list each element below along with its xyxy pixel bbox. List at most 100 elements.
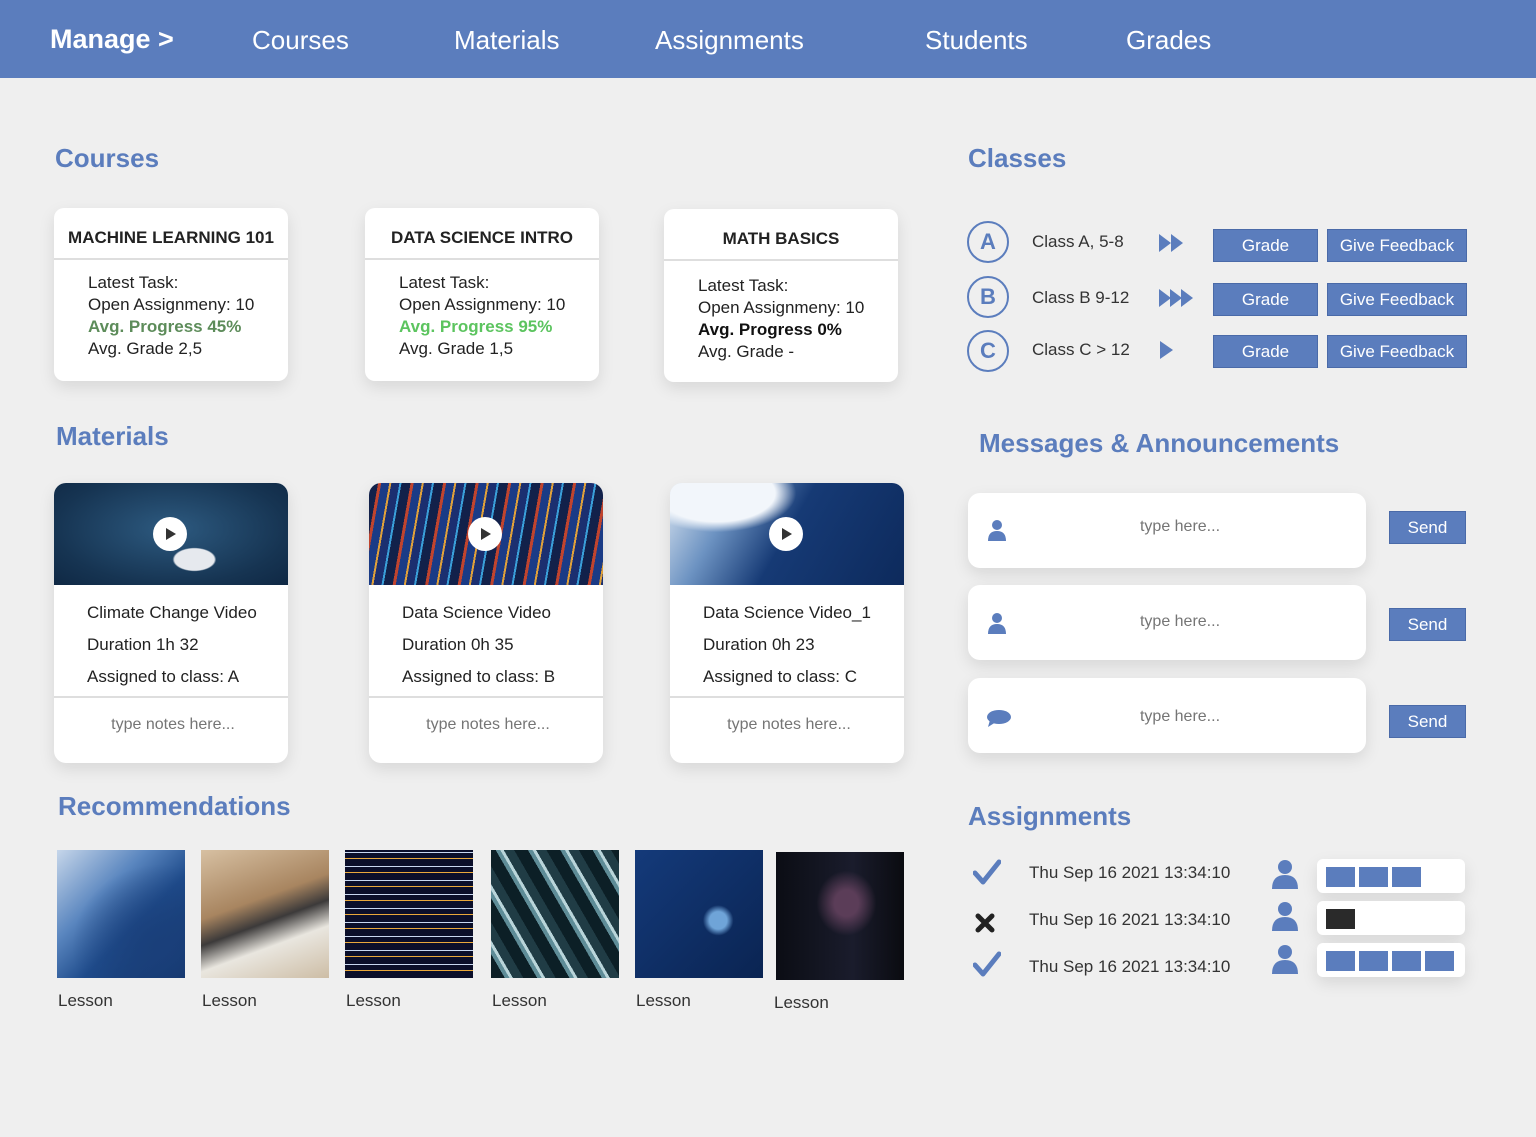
recommendation-thumbnail-6[interactable] [776, 852, 904, 980]
course-open-assignments: Open Assignmeny: 10 [698, 298, 865, 317]
message-box-3 [968, 678, 1366, 753]
notes-input[interactable] [54, 715, 288, 735]
course-avg-grade: Avg. Grade - [698, 342, 795, 361]
grade-button-b[interactable]: Grade [1213, 283, 1318, 316]
course-avg-progress: Avg. Progress 45% [88, 317, 242, 336]
give-feedback-button-b[interactable]: Give Feedback [1327, 283, 1467, 316]
message-input[interactable] [1028, 517, 1332, 537]
give-feedback-button-a[interactable]: Give Feedback [1327, 229, 1467, 262]
material-assigned-class: Assigned to class: C [703, 667, 858, 686]
send-button-3[interactable]: Send [1389, 705, 1466, 738]
material-duration: Duration 0h 23 [703, 635, 815, 654]
send-button-1[interactable]: Send [1389, 511, 1466, 544]
recommendation-label: Lesson [492, 991, 547, 1010]
course-avg-grade: Avg. Grade 2,5 [88, 339, 203, 358]
course-latest-task: Latest Task: [88, 273, 179, 292]
recommendation-thumbnail-3[interactable] [345, 850, 473, 978]
progress-segment [1326, 951, 1355, 971]
divider [670, 696, 904, 698]
recommendation-thumbnail-5[interactable] [635, 850, 763, 978]
give-feedback-button-c[interactable]: Give Feedback [1327, 335, 1467, 368]
material-assigned-class: Assigned to class: A [87, 667, 240, 686]
message-input[interactable] [1028, 612, 1332, 632]
class-name-c: Class C > 12 [1032, 340, 1130, 359]
materials-heading: Materials [56, 421, 169, 451]
notes-input[interactable] [670, 715, 904, 735]
material-card-data-science-1: Data Science Video_1 Duration 0h 23 Assi… [670, 483, 904, 763]
grade-button-a[interactable]: Grade [1213, 229, 1318, 262]
nav-link-students[interactable]: Students [925, 25, 1028, 56]
single-arrow-icon [1160, 341, 1174, 364]
nav-brand-manage[interactable]: Manage > [50, 24, 174, 55]
top-nav-bar: Manage > Courses Materials Assignments S… [0, 0, 1536, 78]
course-open-assignments: Open Assignmeny: 10 [399, 295, 566, 314]
course-latest-task: Latest Task: [698, 276, 789, 295]
classes-heading: Classes [968, 143, 1067, 173]
course-title: MACHINE LEARNING 101 [54, 208, 288, 260]
recommendation-label: Lesson [346, 991, 401, 1010]
assignment-progress-bar-2 [1317, 901, 1465, 935]
course-card-machine-learning[interactable]: MACHINE LEARNING 101 Latest Task: Open A… [54, 208, 288, 381]
notes-input[interactable] [369, 715, 603, 735]
course-title: DATA SCIENCE INTRO [365, 208, 599, 260]
play-icon[interactable] [769, 517, 803, 551]
recommendation-label: Lesson [58, 991, 113, 1010]
recommendation-thumbnail-1[interactable] [57, 850, 185, 978]
progress-segment [1359, 951, 1388, 971]
nav-link-courses[interactable]: Courses [252, 25, 349, 56]
progress-segment [1392, 867, 1421, 887]
course-title: MATH BASICS [664, 209, 898, 261]
message-box-2 [968, 585, 1366, 660]
recommendation-label: Lesson [774, 993, 829, 1012]
recommendation-label: Lesson [636, 991, 691, 1010]
double-arrow-icon [1159, 234, 1185, 257]
material-assigned-class: Assigned to class: B [402, 667, 556, 686]
send-button-2[interactable]: Send [1389, 608, 1466, 641]
material-title: Data Science Video_1 [703, 603, 871, 622]
course-card-math-basics[interactable]: MATH BASICS Latest Task: Open Assignmeny… [664, 209, 898, 382]
play-icon[interactable] [153, 517, 187, 551]
assignment-progress-bar-1 [1317, 859, 1465, 893]
course-avg-grade: Avg. Grade 1,5 [399, 339, 514, 358]
material-duration: Duration 1h 32 [87, 635, 199, 654]
assignment-timestamp: Thu Sep 16 2021 13:34:10 [1029, 863, 1231, 882]
nav-link-materials[interactable]: Materials [454, 25, 559, 56]
grade-button-c[interactable]: Grade [1213, 335, 1318, 368]
assignment-progress-bar-3 [1317, 943, 1465, 977]
class-badge-b: B [967, 276, 1009, 318]
recommendation-label: Lesson [202, 991, 257, 1010]
material-card-data-science: Data Science Video Duration 0h 35 Assign… [369, 483, 603, 763]
courses-heading: Courses [55, 143, 160, 173]
check-icon [972, 951, 1002, 982]
message-box-1 [968, 493, 1366, 568]
user-icon [1271, 859, 1299, 894]
progress-segment [1359, 867, 1388, 887]
class-name-b: Class B 9-12 [1032, 288, 1130, 307]
recommendation-thumbnail-4[interactable] [491, 850, 619, 978]
assignment-timestamp: Thu Sep 16 2021 13:34:10 [1029, 910, 1231, 929]
user-icon [1271, 944, 1299, 979]
recommendations-heading: Recommendations [58, 791, 291, 821]
message-input[interactable] [1028, 707, 1332, 727]
progress-segment [1425, 951, 1454, 971]
course-open-assignments: Open Assignmeny: 10 [88, 295, 255, 314]
course-card-data-science[interactable]: DATA SCIENCE INTRO Latest Task: Open Ass… [365, 208, 599, 381]
class-name-a: Class A, 5-8 [1032, 232, 1124, 251]
recommendation-thumbnail-2[interactable] [201, 850, 329, 978]
messages-heading: Messages & Announcements [979, 428, 1340, 458]
check-icon [972, 859, 1002, 890]
class-badge-c: C [967, 330, 1009, 372]
material-duration: Duration 0h 35 [402, 635, 514, 654]
nav-link-assignments[interactable]: Assignments [655, 25, 804, 56]
nav-link-grades[interactable]: Grades [1126, 25, 1211, 56]
course-latest-task: Latest Task: [399, 273, 490, 292]
material-card-climate: Climate Change Video Duration 1h 32 Assi… [54, 483, 288, 763]
user-icon [987, 612, 1007, 639]
play-icon[interactable] [468, 517, 502, 551]
assignment-timestamp: Thu Sep 16 2021 13:34:10 [1029, 957, 1231, 976]
progress-segment [1392, 951, 1421, 971]
class-badge-a: A [967, 221, 1009, 263]
divider [54, 696, 288, 698]
user-icon [987, 519, 1007, 546]
divider [369, 696, 603, 698]
